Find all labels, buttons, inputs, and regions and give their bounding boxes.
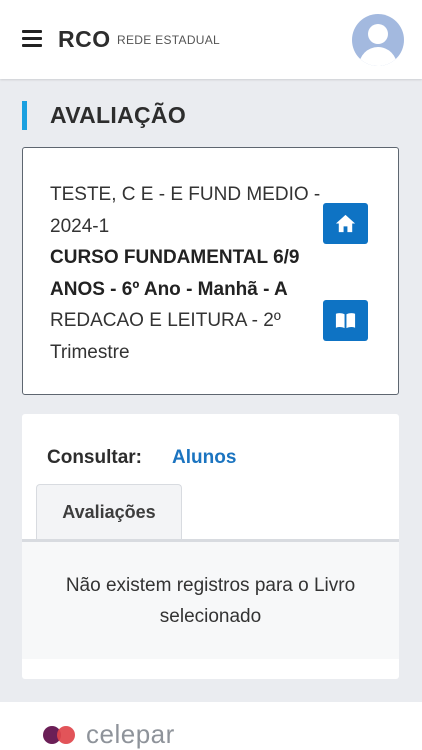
- menu-icon[interactable]: [22, 30, 42, 48]
- book-icon: [335, 313, 356, 329]
- page-title: AVALIAÇÃO: [50, 102, 187, 128]
- book-button[interactable]: [323, 300, 368, 341]
- celepar-logo-text: celepar: [86, 719, 175, 749]
- title-accent-bar: [22, 101, 27, 130]
- tab-avaliacoes[interactable]: Avaliações: [36, 484, 182, 540]
- consult-label: Consultar:: [47, 447, 142, 468]
- school-name: TESTE, C E - E FUND MEDIO - 2024-1: [50, 184, 321, 237]
- class-info-text: TESTE, C E - E FUND MEDIO - 2024-1 CURSO…: [50, 179, 330, 368]
- celepar-logo-icon: [43, 726, 83, 744]
- app-header: RCO REDE ESTADUAL: [0, 0, 422, 79]
- app-brand-subtitle: REDE ESTADUAL: [117, 33, 221, 47]
- students-link[interactable]: Alunos: [172, 447, 236, 469]
- home-icon: [335, 214, 356, 233]
- consult-panel: Consultar: Alunos Avaliações Não existem…: [22, 414, 399, 679]
- class-info-card: TESTE, C E - E FUND MEDIO - 2024-1 CURSO…: [22, 147, 399, 395]
- empty-state: Não existem registros para o Livro selec…: [22, 542, 399, 659]
- tab-label: Avaliações: [62, 502, 156, 522]
- app-brand: RCO: [58, 26, 111, 52]
- course-name: CURSO FUNDAMENTAL 6/9 ANOS - 6º Ano - Ma…: [50, 247, 300, 300]
- user-avatar[interactable]: [352, 14, 404, 66]
- footer: celepar: [0, 702, 422, 750]
- empty-message: Não existem registros para o Livro selec…: [65, 575, 356, 627]
- subject-period: REDACAO E LEITURA - 2º Trimestre: [50, 310, 281, 363]
- home-button[interactable]: [323, 203, 368, 244]
